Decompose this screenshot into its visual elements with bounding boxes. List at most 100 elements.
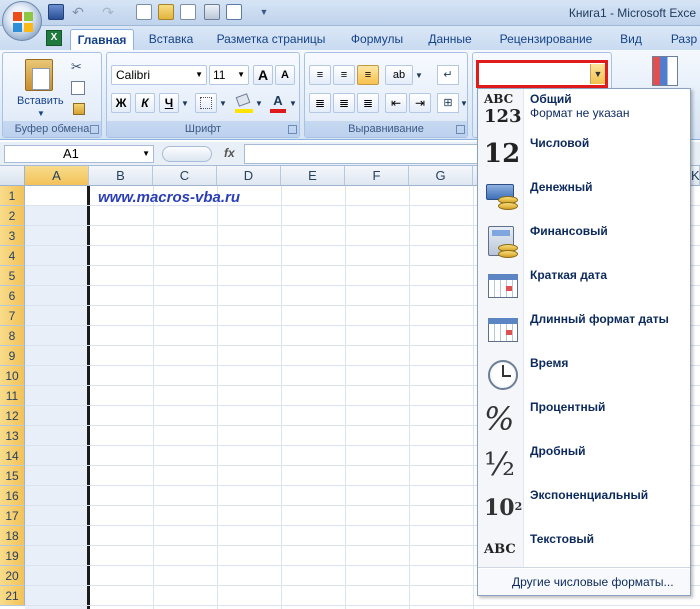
borders-dropdown-icon[interactable]: ▼ [219, 99, 227, 108]
column-header-d[interactable]: D [217, 166, 281, 186]
underline-button[interactable]: Ч [159, 93, 179, 113]
column-header-e[interactable]: E [281, 166, 345, 186]
row-header[interactable]: 20 [0, 566, 25, 586]
row-header[interactable]: 17 [0, 506, 25, 526]
row-header[interactable]: 12 [0, 406, 25, 426]
number-format-select[interactable]: ▼ [476, 60, 608, 88]
orientation-dropdown-icon[interactable]: ▼ [415, 71, 423, 80]
column-header-f[interactable]: F [345, 166, 409, 186]
open-folder-icon[interactable] [158, 4, 174, 20]
format-accounting[interactable]: Финансовый [478, 221, 690, 265]
grow-font-button[interactable]: A [253, 65, 273, 85]
print-preview-icon[interactable] [180, 4, 196, 20]
row-header[interactable]: 10 [0, 366, 25, 386]
row-header[interactable]: 5 [0, 266, 25, 286]
wrap-text-icon[interactable]: ↵ [437, 65, 459, 85]
font-color-dropdown-icon[interactable]: ▼ [289, 99, 297, 108]
new-file-icon[interactable] [136, 4, 152, 20]
font-size-select[interactable]: 11 ▼ [209, 65, 249, 85]
tab-formulas[interactable]: Формулы [344, 29, 410, 50]
column-header-g[interactable]: G [409, 166, 473, 186]
format-time[interactable]: Время [478, 353, 690, 397]
more-number-formats-link[interactable]: Другие числовые форматы... [478, 569, 690, 595]
format-painter-icon[interactable] [73, 103, 85, 115]
increase-indent-icon[interactable]: ⇥ [409, 93, 431, 113]
underline-dropdown-icon[interactable]: ▼ [181, 99, 189, 108]
row-header[interactable]: 13 [0, 426, 25, 446]
italic-button[interactable]: К [135, 93, 155, 113]
column-header-k[interactable]: K [690, 166, 700, 186]
customize-qat-icon[interactable]: ▼ [256, 4, 272, 20]
align-middle-icon[interactable]: ≡ [333, 65, 355, 85]
name-box-dropdown-icon[interactable]: ▼ [142, 146, 150, 162]
clipboard-launcher-icon[interactable] [90, 125, 99, 134]
align-top-icon[interactable]: ≡ [309, 65, 331, 85]
copy-icon[interactable] [71, 81, 85, 95]
tab-data[interactable]: Данные [420, 29, 480, 50]
row-header[interactable]: 19 [0, 546, 25, 566]
tab-home[interactable]: Главная [70, 29, 134, 50]
row-header[interactable]: 3 [0, 226, 25, 246]
row-header[interactable]: 14 [0, 446, 25, 466]
format-general[interactable]: ABC 123 Общий Формат не указан [478, 89, 690, 133]
borders-button[interactable] [195, 93, 217, 113]
quick-print-icon[interactable] [204, 4, 220, 20]
tab-insert[interactable]: Вставка [142, 29, 200, 50]
format-short-date[interactable]: Краткая дата [478, 265, 690, 309]
office-button[interactable] [2, 1, 42, 41]
paste-button[interactable]: Вставить [17, 95, 64, 107]
format-number[interactable]: 12 Числовой [478, 133, 690, 177]
row-header[interactable]: 18 [0, 526, 25, 546]
fill-color-icon[interactable] [235, 93, 253, 113]
orientation-icon[interactable]: ab [385, 65, 413, 85]
formula-input[interactable] [244, 144, 484, 164]
shrink-font-button[interactable]: A [275, 65, 295, 85]
formula-resize-handle[interactable] [162, 146, 212, 162]
decrease-indent-icon[interactable]: ⇤ [385, 93, 407, 113]
save-icon[interactable] [48, 4, 64, 20]
undo-icon[interactable]: ↶ [70, 4, 86, 20]
font-launcher-icon[interactable] [288, 125, 297, 134]
font-name-select[interactable]: Calibri ▼ [111, 65, 207, 85]
align-right-icon[interactable]: ≣ [357, 93, 379, 113]
active-cell-a1[interactable] [25, 186, 89, 206]
font-color-button[interactable]: A [269, 93, 287, 113]
row-header[interactable]: 4 [0, 246, 25, 266]
merge-center-icon[interactable]: ⊞ [437, 93, 459, 113]
format-scientific[interactable]: 102 Экспоненциальный [478, 485, 690, 529]
insert-function-button[interactable]: fx [224, 146, 235, 160]
paste-icon[interactable] [25, 59, 53, 91]
merge-dropdown-icon[interactable]: ▼ [460, 99, 468, 108]
row-header[interactable]: 21 [0, 586, 25, 606]
conditional-format-icon[interactable] [652, 56, 678, 86]
cell-b1-text[interactable]: www.macros-vba.ru [98, 189, 240, 206]
row-header[interactable]: 2 [0, 206, 25, 226]
alignment-launcher-icon[interactable] [456, 125, 465, 134]
select-all-button[interactable] [0, 166, 25, 186]
column-header-c[interactable]: C [153, 166, 217, 186]
row-header[interactable]: 15 [0, 466, 25, 486]
row-header[interactable]: 1 [0, 186, 25, 206]
fill-color-dropdown-icon[interactable]: ▼ [255, 99, 263, 108]
name-box[interactable]: A1 ▼ [4, 145, 154, 163]
row-header[interactable]: 16 [0, 486, 25, 506]
row-header[interactable]: 6 [0, 286, 25, 306]
tab-developer[interactable]: Разр [664, 29, 700, 50]
format-percent[interactable]: % Процентный [478, 397, 690, 441]
row-header[interactable]: 8 [0, 326, 25, 346]
redo-icon[interactable]: ↷ [100, 4, 116, 20]
paste-dropdown-icon[interactable]: ▼ [37, 109, 45, 118]
form-icon[interactable] [226, 4, 242, 20]
tab-page-layout[interactable]: Разметка страницы [210, 29, 332, 50]
align-left-icon[interactable]: ≣ [309, 93, 331, 113]
align-bottom-icon[interactable]: ≡ [357, 65, 379, 85]
cut-icon[interactable]: ✂ [71, 59, 82, 75]
format-fraction[interactable]: ½ Дробный [478, 441, 690, 485]
column-header-b[interactable]: B [89, 166, 153, 186]
format-long-date[interactable]: Длинный формат даты [478, 309, 690, 353]
row-header[interactable]: 11 [0, 386, 25, 406]
tab-review[interactable]: Рецензирование [492, 29, 600, 50]
column-header-a[interactable]: A [25, 166, 89, 186]
row-header[interactable]: 7 [0, 306, 25, 326]
format-currency[interactable]: Денежный [478, 177, 690, 221]
